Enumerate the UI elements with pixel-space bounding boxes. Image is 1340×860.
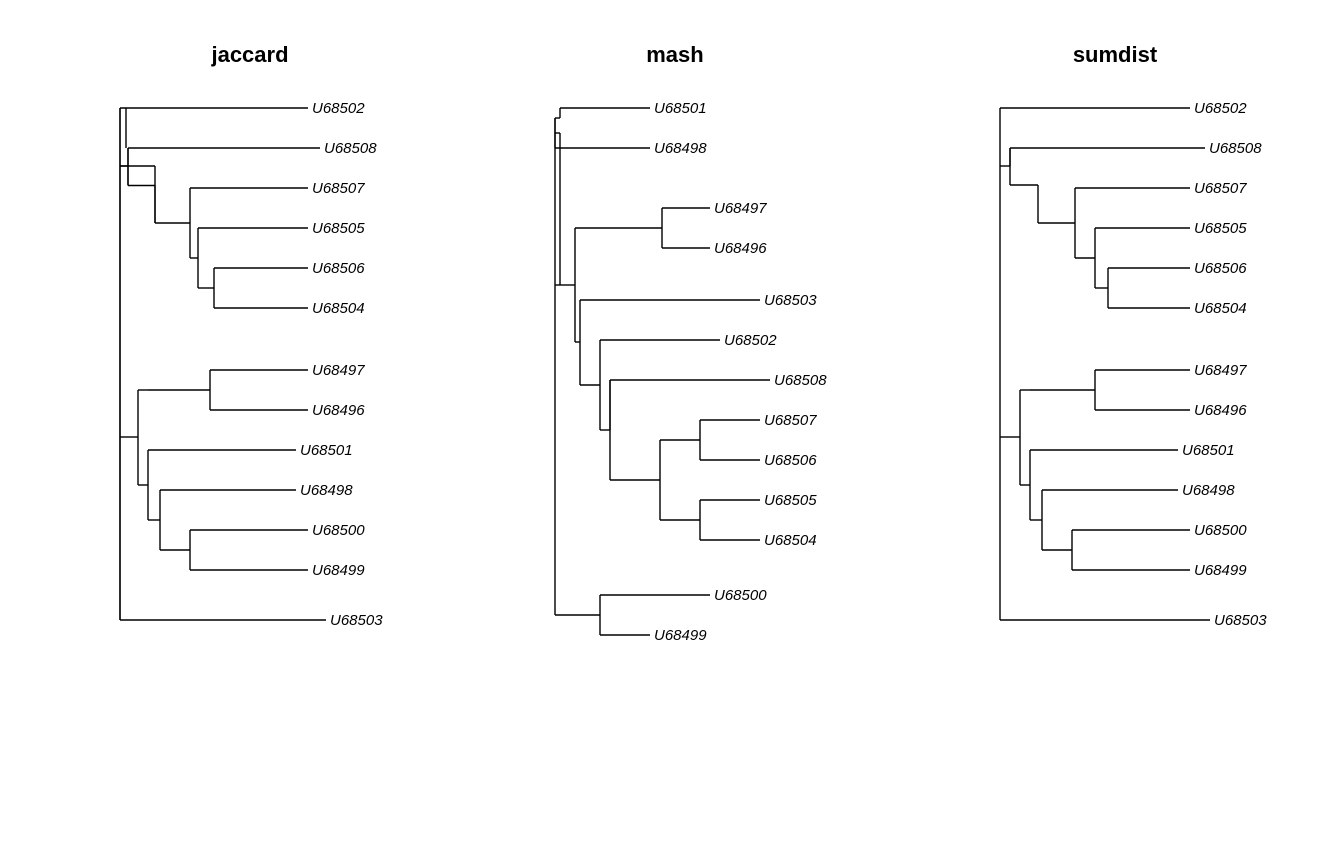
- tip-label: U68499: [654, 627, 707, 644]
- tip-label: U68502: [1194, 100, 1247, 117]
- tip-label: U68506: [312, 260, 365, 277]
- tip-label: U68501: [300, 442, 353, 459]
- tip-label: U68508: [774, 372, 827, 389]
- tip-label: U68505: [764, 492, 817, 509]
- tip-label: U68508: [1209, 140, 1262, 157]
- tip-label: U68497: [312, 362, 365, 379]
- tip-label: U68505: [1194, 220, 1247, 237]
- tip-label: U68496: [714, 240, 767, 257]
- tip-label: U68503: [1214, 612, 1267, 629]
- tip-label: U68504: [764, 532, 817, 549]
- tip-label: U68499: [312, 562, 365, 579]
- tip-label: U68507: [764, 412, 817, 429]
- tip-label: U68501: [1182, 442, 1235, 459]
- tip-label: U68496: [1194, 402, 1247, 419]
- tip-label: U68505: [312, 220, 365, 237]
- tip-label: U68498: [654, 140, 707, 157]
- tip-label: U68503: [764, 292, 817, 309]
- tip-label: U68499: [1194, 562, 1247, 579]
- tip-label: U68497: [714, 200, 767, 217]
- tip-label: U68504: [1194, 300, 1247, 317]
- tip-label: U68506: [1194, 260, 1247, 277]
- tip-label: U68498: [1182, 482, 1235, 499]
- tip-label: U68507: [312, 180, 365, 197]
- tip-label: U68497: [1194, 362, 1247, 379]
- dendrogram-branches: [0, 0, 1340, 860]
- tip-label: U68500: [1194, 522, 1247, 539]
- tip-label: U68502: [312, 100, 365, 117]
- tip-label: U68506: [764, 452, 817, 469]
- tip-label: U68508: [324, 140, 377, 157]
- tip-label: U68503: [330, 612, 383, 629]
- tip-label: U68502: [724, 332, 777, 349]
- tip-label: U68507: [1194, 180, 1247, 197]
- tip-label: U68498: [300, 482, 353, 499]
- tip-label: U68500: [312, 522, 365, 539]
- tip-label: U68496: [312, 402, 365, 419]
- tip-label: U68501: [654, 100, 707, 117]
- tip-label: U68504: [312, 300, 365, 317]
- tip-label: U68500: [714, 587, 767, 604]
